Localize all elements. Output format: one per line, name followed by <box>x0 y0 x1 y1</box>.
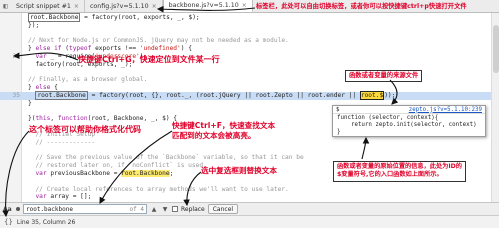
annotation-tabs: 标签栏，此处可以自由切换标签，或者你可以按快捷键ctrl+p快速打开文件 <box>256 3 467 10</box>
code-line[interactable]: var array = []; <box>0 193 499 201</box>
close-icon[interactable]: × <box>74 3 79 10</box>
match-count: of 4 <box>129 205 144 213</box>
annotation-find-2: 匹配到的文本会被高亮。 <box>172 131 256 140</box>
find-replace-bar: Aa root.backbone of 4 ▲ ▼ Replace Cancel <box>0 202 499 215</box>
find-previous-icon[interactable]: ▲ <box>150 205 158 214</box>
popover-code-line: } <box>337 129 341 135</box>
cancel-button[interactable]: Cancel <box>207 204 239 214</box>
popover-symbol: $ <box>336 106 340 113</box>
close-icon[interactable]: × <box>242 2 247 9</box>
replace-label: Replace <box>181 205 205 213</box>
annotation-goto-line: 快捷键Ctrl+G，快速定位到文件某一行 <box>78 55 220 64</box>
popover-body: function (selector, context){ return zep… <box>333 114 485 137</box>
popover-header: $ zepto.js?v=5.1.10:239 <box>333 106 485 114</box>
annotation-source-file: 函数或者变量的来源文件 <box>345 70 423 82</box>
find-query: root.backbone <box>26 205 73 213</box>
scrollbar-thumb[interactable] <box>493 25 499 73</box>
annotation-format: 这个标签可以帮助你格式化代码 <box>29 125 141 134</box>
code-text: var array = []; <box>35 193 92 201</box>
tab-backbone-js[interactable]: backbone.js?v=5.1.10 × <box>162 0 253 12</box>
function-preview-popover: $ zepto.js?v=5.1.10:239 function (select… <box>332 105 486 137</box>
regex-toggle-icon[interactable] <box>16 207 20 211</box>
find-next-icon[interactable]: ▼ <box>161 205 169 214</box>
cursor-position: Line 35, Column 26 <box>16 218 76 226</box>
pretty-print-icon[interactable]: {} <box>4 218 13 226</box>
tab-config-js[interactable]: config.js?v=5.1.10 × <box>85 0 163 12</box>
tab-script-snippet[interactable]: Script snippet #1 × <box>11 0 85 12</box>
tab-label: backbone.js?v=5.1.10 <box>168 2 239 9</box>
vertical-scrollbar[interactable] <box>491 13 499 202</box>
annotation-find-1: 快捷键Ctrl+F，快速查找文本 <box>172 121 276 130</box>
popover-code-line: return zepto.init(selector, context) <box>337 122 477 128</box>
find-input[interactable]: root.backbone of 4 <box>23 204 147 214</box>
toggle-navigator-icon[interactable]: ◧ <box>0 0 11 12</box>
annotation-preview: 函数或者变量的原始位置的信息，此处为ID的 $变量符号,它的入口函数如上面所示。 <box>333 161 466 182</box>
popover-code-line: function (selector, context){ <box>337 115 439 121</box>
annotation-preview-line: $变量符号,它的入口函数如上面所示。 <box>337 171 443 179</box>
match-case-icon[interactable]: Aa <box>3 206 13 213</box>
tab-label: config.js?v=5.1.10 <box>89 2 149 10</box>
tab-label: Script snippet #1 <box>16 2 71 10</box>
close-icon[interactable]: × <box>152 3 157 10</box>
annotation-replace: 选中复选框则替换文本 <box>201 166 277 175</box>
popover-source-link[interactable]: zepto.js?v=5.1.10:239 <box>409 107 482 113</box>
status-bar: {} Line 35, Column 26 <box>0 215 499 228</box>
replace-checkbox[interactable] <box>172 206 178 212</box>
